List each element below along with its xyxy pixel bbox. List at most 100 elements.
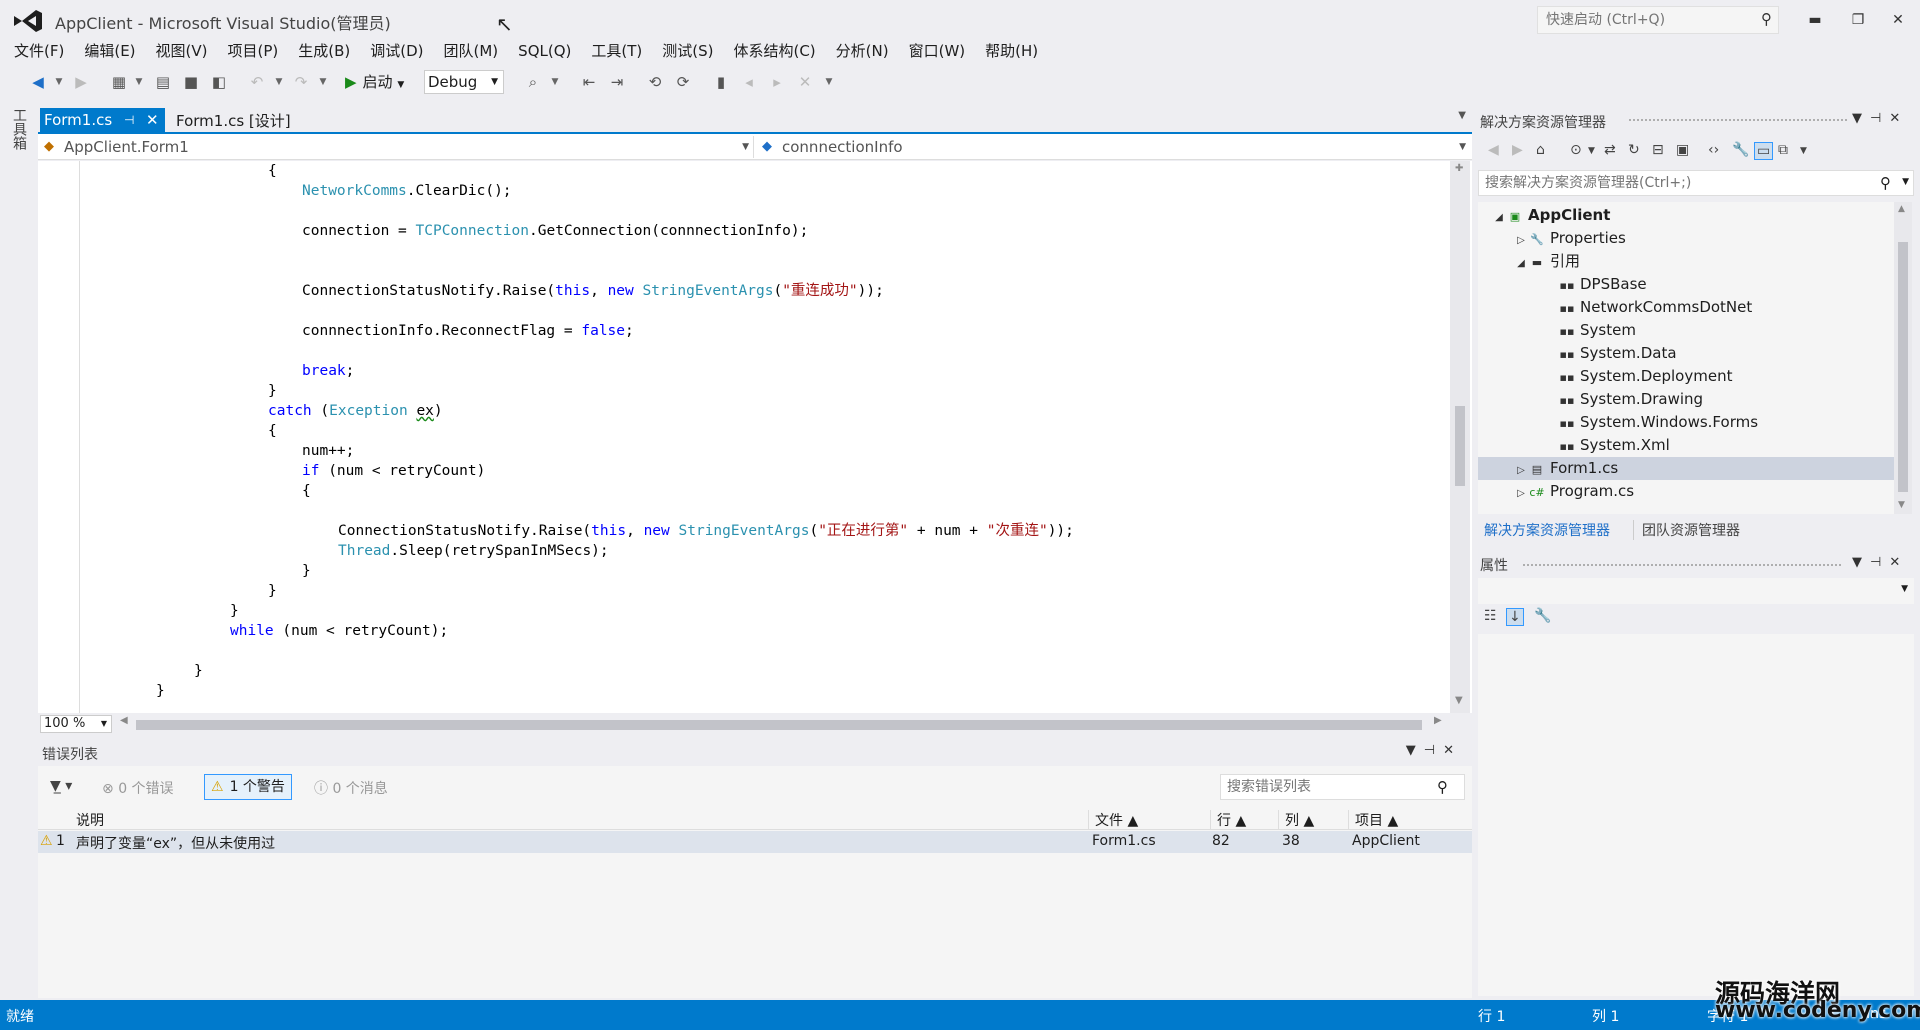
pin-icon[interactable]: ⊣ <box>124 108 134 132</box>
scroll-left-icon[interactable]: ◀ <box>120 715 128 726</box>
menu-sql[interactable]: SQL(Q) <box>508 40 581 62</box>
clear-bookmarks-icon[interactable]: ✕ <box>794 71 816 93</box>
sync-with-document-icon[interactable]: ⇄ <box>1604 142 1616 158</box>
panel-controls[interactable]: ▼⊣✕ <box>1406 743 1462 758</box>
tree-node-reference[interactable]: ▪▪ DPSBase <box>1478 273 1894 296</box>
column-column[interactable]: 列 ▲ <box>1278 810 1346 830</box>
menu-edit[interactable]: 编辑(E) <box>74 40 145 62</box>
tab-form1-cs[interactable]: Form1.cs ⊣ ✕ <box>40 108 165 132</box>
save-all-icon[interactable]: ◧ <box>208 71 230 93</box>
expanded-icon[interactable]: ◢ <box>1514 252 1528 275</box>
preview-selected-icon[interactable]: ▭ <box>1754 142 1774 160</box>
column-file[interactable]: 文件 ▲ <box>1088 810 1208 830</box>
editor-vertical-scrollbar[interactable]: ✚ ▼ <box>1450 161 1470 713</box>
bookmark-icon[interactable]: ▮ <box>710 71 732 93</box>
filter-dropdown-icon[interactable]: ▼ <box>1588 146 1595 156</box>
search-icon[interactable]: ⚲ <box>1761 10 1772 28</box>
search-icon[interactable]: ⚲ <box>1880 174 1891 192</box>
menu-debug[interactable]: 调试(D) <box>360 40 433 62</box>
solution-configuration-select[interactable]: Debug ▼ <box>424 70 504 94</box>
properties-wrench-icon[interactable]: 🔧 <box>1732 142 1749 158</box>
code-editor[interactable]: { NetworkComms.ClearDic(); connection = … <box>38 161 1472 713</box>
tree-node-appclient[interactable]: ◢ ▣ AppClient <box>1478 204 1894 227</box>
undo-dropdown-icon[interactable]: ▼ <box>274 71 284 93</box>
scroll-down-icon[interactable]: ▼ <box>1455 695 1463 706</box>
collapse-all-icon[interactable]: ⊟ <box>1652 142 1664 158</box>
indent-icon[interactable]: ⇥ <box>606 71 628 93</box>
class-diagram-icon[interactable]: ⧉ <box>1778 142 1788 158</box>
next-bookmark-icon[interactable]: ▸ <box>766 71 788 93</box>
tab-form1-design[interactable]: Form1.cs [设计] <box>172 108 291 132</box>
previous-bookmark-icon[interactable]: ◂ <box>738 71 760 93</box>
new-project-dropdown-icon[interactable]: ▼ <box>134 71 144 93</box>
forward-icon[interactable]: ▶ <box>1512 142 1523 158</box>
tree-node-reference[interactable]: ▪▪ System.Data <box>1478 342 1894 365</box>
alphabetical-icon[interactable]: ↓ <box>1506 608 1524 626</box>
minimize-button[interactable]: ▬ <box>1795 4 1835 36</box>
member-dropdown[interactable]: ◆ connnectionInfo ▼ <box>756 136 1470 158</box>
view-code-icon[interactable]: ‹› <box>1708 142 1719 158</box>
menu-analyze[interactable]: 分析(N) <box>826 40 899 62</box>
tree-node-reference[interactable]: ▪▪ System.Drawing <box>1478 388 1894 411</box>
open-file-icon[interactable]: ▤ <box>152 71 174 93</box>
tab-list-dropdown-icon[interactable]: ▼ <box>1458 110 1466 121</box>
back-icon[interactable]: ◀ <box>1488 142 1499 158</box>
home-icon[interactable]: ⌂ <box>1536 142 1545 158</box>
pending-changes-filter-icon[interactable]: ⊙ <box>1570 142 1582 158</box>
show-all-files-icon[interactable]: ▣ <box>1676 142 1689 158</box>
comment-out-icon[interactable]: ⟲ <box>644 71 666 93</box>
navigate-forward-icon[interactable]: ▶ <box>70 71 92 93</box>
toolbar-dropdown-icon[interactable]: ▼ <box>1800 146 1807 156</box>
property-pages-icon[interactable]: 🔧 <box>1534 608 1551 624</box>
filter-icon[interactable]: ▼̲ ▾ <box>50 778 72 794</box>
undo-icon[interactable]: ↶ <box>246 71 268 93</box>
properties-panel-controls[interactable]: ▼⊣✕ <box>1852 555 1908 570</box>
tree-node-reference[interactable]: ▪▪ NetworkCommsDotNet <box>1478 296 1894 319</box>
refresh-icon[interactable]: ↻ <box>1628 142 1640 158</box>
editor-horizontal-scrollbar[interactable] <box>136 720 1422 730</box>
tree-vertical-scrollbar[interactable]: ▲ ▼ <box>1894 202 1912 514</box>
scroll-up-icon[interactable]: ▲ <box>1898 204 1905 214</box>
tree-node-reference[interactable]: ▪▪ System.Xml <box>1478 434 1894 457</box>
menu-help[interactable]: 帮助(H) <box>975 40 1048 62</box>
tree-node-properties[interactable]: ▷ 🔧 Properties <box>1478 227 1894 250</box>
zoom-select[interactable]: 100 % ▼ <box>40 715 112 733</box>
menu-test[interactable]: 测试(S) <box>652 40 723 62</box>
save-icon[interactable]: ■ <box>180 71 202 93</box>
menu-team[interactable]: 团队(M) <box>434 40 509 62</box>
tree-node-form1[interactable]: ▷ ▤ Form1.cs <box>1478 457 1894 480</box>
menu-project[interactable]: 项目(P) <box>218 40 289 62</box>
tree-node-reference[interactable]: ▪▪ System <box>1478 319 1894 342</box>
collapsed-icon[interactable]: ▷ <box>1514 229 1528 252</box>
tree-node-reference[interactable]: ▪▪ System.Deployment <box>1478 365 1894 388</box>
collapsed-icon[interactable]: ▷ <box>1514 459 1528 482</box>
column-line[interactable]: 行 ▲ <box>1210 810 1276 830</box>
tab-team-explorer[interactable]: 团队资源管理器 <box>1633 520 1740 540</box>
scroll-down-icon[interactable]: ▼ <box>1898 500 1905 510</box>
code-text[interactable]: { NetworkComms.ClearDic(); connection = … <box>38 161 1074 699</box>
solution-search-box[interactable]: ⚲ ▼ <box>1478 170 1914 196</box>
menu-file[interactable]: 文件(F) <box>0 40 74 62</box>
solution-explorer-panel-controls[interactable]: ▼⊣✕ <box>1852 111 1908 126</box>
error-search-box[interactable]: ⚲ <box>1220 774 1465 800</box>
new-project-icon[interactable]: ▦ <box>108 71 130 93</box>
back-dropdown-icon[interactable]: ▼ <box>54 71 64 93</box>
tree-node-program[interactable]: ▷ c# Program.cs <box>1478 480 1894 503</box>
solution-search-input[interactable] <box>1479 171 1859 195</box>
column-project[interactable]: 项目 ▲ <box>1348 810 1468 830</box>
start-debugging-button[interactable]: ▶ 启动 ▼ <box>345 71 404 93</box>
find-dropdown-icon[interactable]: ▼ <box>550 71 560 93</box>
close-button[interactable]: ✕ <box>1878 4 1918 36</box>
close-tab-icon[interactable]: ✕ <box>146 108 159 132</box>
warnings-filter-button[interactable]: ⚠ 1 个警告 <box>204 774 292 800</box>
scroll-thumb[interactable] <box>1455 406 1465 486</box>
redo-icon[interactable]: ↷ <box>290 71 312 93</box>
column-description[interactable]: 说明 <box>70 810 104 830</box>
menu-tools[interactable]: 工具(T) <box>581 40 652 62</box>
toolbar-overflow-icon[interactable]: ▼ <box>824 71 834 93</box>
find-in-files-icon[interactable]: ⌕ <box>522 71 544 93</box>
navigate-back-icon[interactable]: ◀ <box>27 71 49 93</box>
outdent-icon[interactable]: ⇤ <box>578 71 600 93</box>
scroll-right-icon[interactable]: ▶ <box>1434 715 1442 726</box>
uncomment-icon[interactable]: ⟳ <box>672 71 694 93</box>
